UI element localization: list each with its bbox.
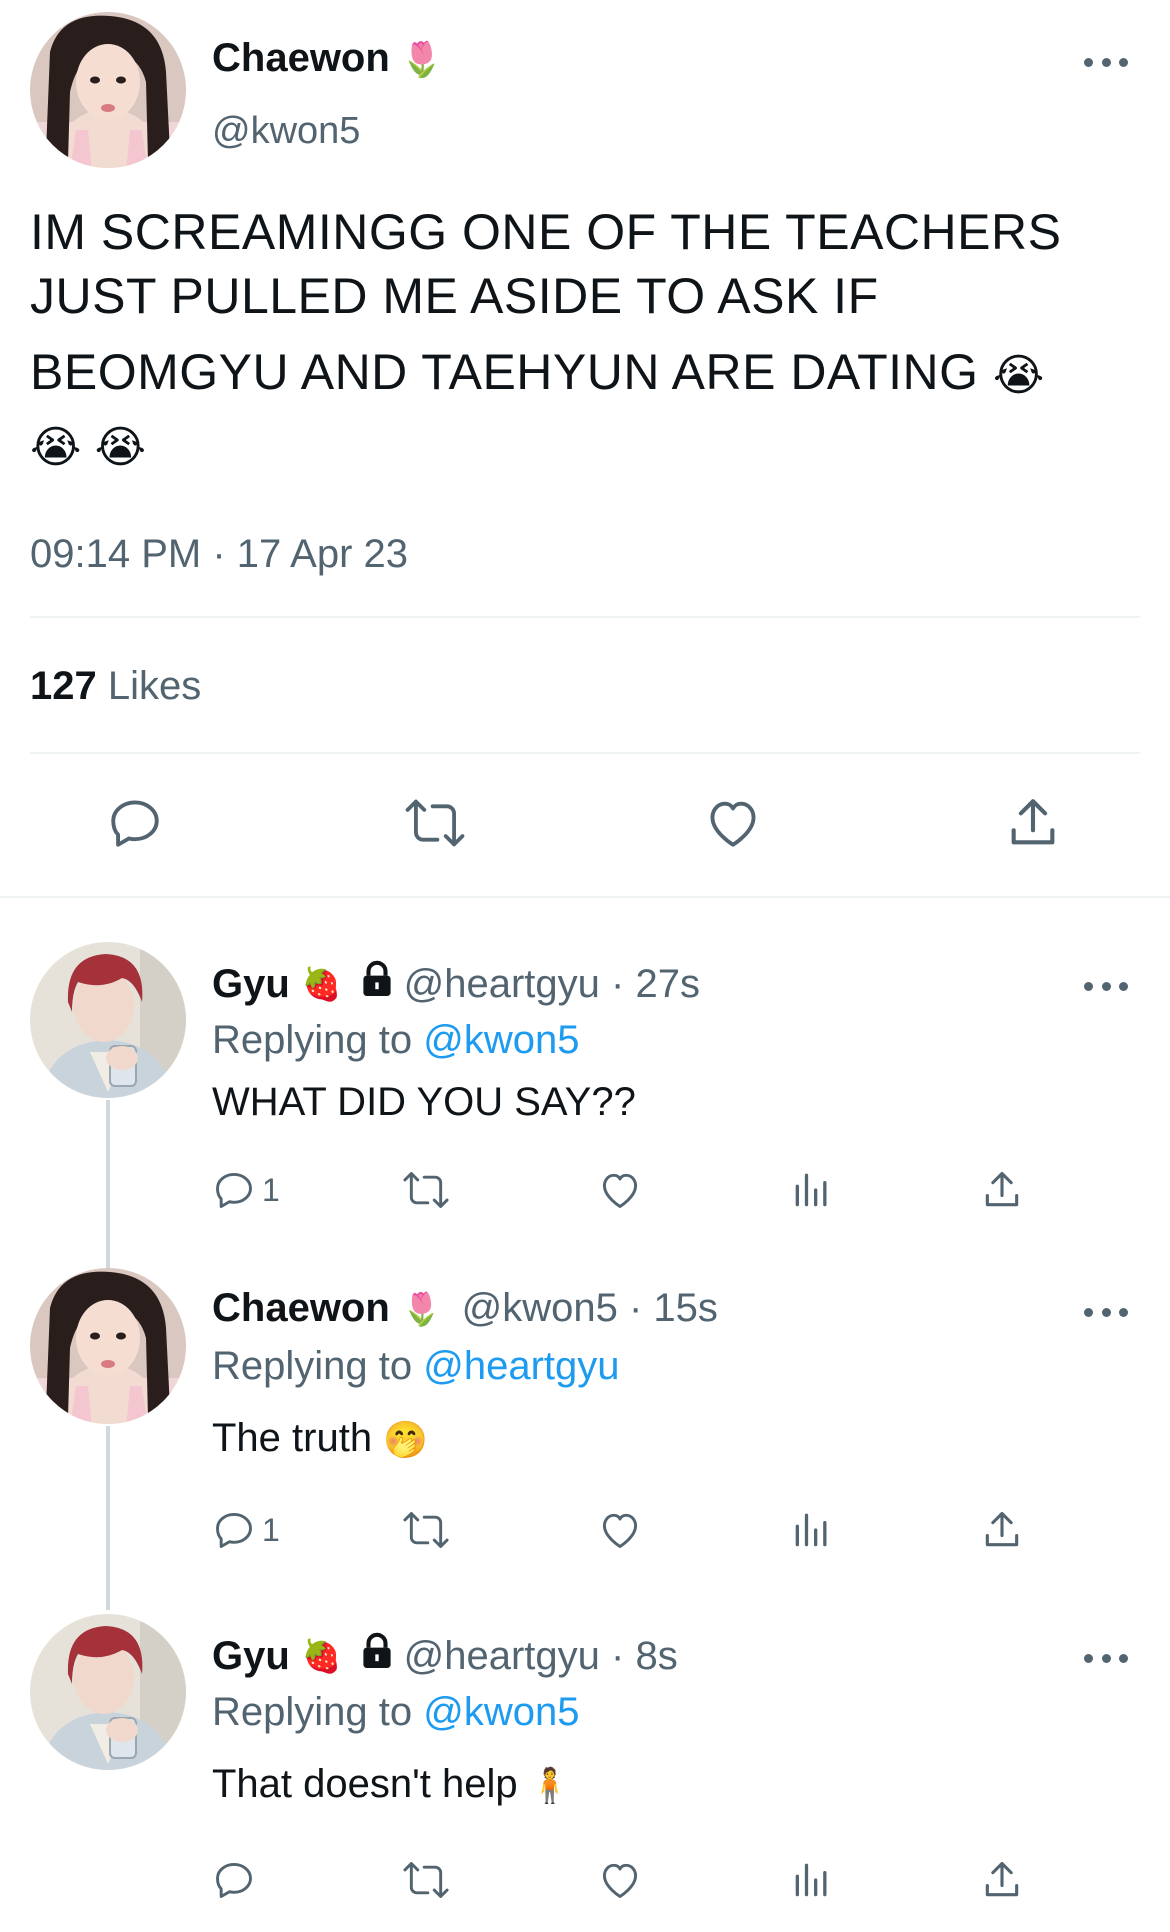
crying-emoji: 😭 xyxy=(94,423,147,473)
analytics-icon[interactable] xyxy=(790,1858,834,1902)
reply-icon[interactable] xyxy=(106,794,164,852)
author-handle[interactable]: @kwon5 xyxy=(212,110,360,153)
avatar-gyu[interactable] xyxy=(30,1614,186,1770)
reply-author-name[interactable]: Chaewon xyxy=(212,1286,390,1331)
reply-handle-time[interactable]: @kwon5 · 15s xyxy=(462,1286,718,1331)
tweet-text-line-1: IM SCREAMINGG ONE OF THE TEACHERS xyxy=(30,204,1062,260)
reply-icon[interactable]: 1 xyxy=(212,1168,280,1212)
reply-count: 1 xyxy=(262,1171,280,1208)
replying-to: Replying to @kwon5 xyxy=(212,1690,579,1735)
reply-text-content: That doesn't help xyxy=(212,1762,518,1806)
crying-emoji: 😭 xyxy=(992,350,1045,400)
retweet-icon[interactable] xyxy=(404,794,466,852)
retweet-icon[interactable] xyxy=(402,1858,450,1902)
divider xyxy=(30,616,1140,618)
avatar-chaewon[interactable] xyxy=(30,12,186,168)
reply-header: Chaewon 🌷 @kwon5 · 15s xyxy=(212,1286,718,1331)
more-options-icon[interactable] xyxy=(1084,976,1128,996)
section-divider xyxy=(0,896,1170,898)
crying-emoji: 😭 xyxy=(30,423,82,473)
tweet-timestamp[interactable]: 09:14 PM · 17 Apr 23 xyxy=(30,532,408,577)
divider xyxy=(30,752,1140,754)
reply-tweet: Gyu 🍓 @heartgyu · 8s Replying to @kwon5 … xyxy=(0,1612,1170,1932)
tweet-text-line-2: JUST PULLED ME ASIDE TO ASK IF xyxy=(30,268,879,324)
reply-icon[interactable] xyxy=(212,1858,262,1902)
share-icon[interactable] xyxy=(980,1508,1024,1552)
tweet-text-line-3: BEOMGYU AND TAEHYUN ARE DATING 😭 xyxy=(30,340,1140,408)
reply-text: The truth 🤭 xyxy=(212,1416,428,1461)
reply-text: That doesn't help 🧍 xyxy=(212,1762,571,1807)
reply-tweet: Gyu 🍓 @heartgyu · 27s Replying to @kwon5… xyxy=(0,940,1170,1250)
main-tweet: Chaewon 🌷 @kwon5 IM SCREAMINGG ONE OF TH… xyxy=(0,0,1170,898)
avatar-gyu[interactable] xyxy=(30,942,186,1098)
retweet-icon[interactable] xyxy=(402,1508,450,1552)
share-icon[interactable] xyxy=(1004,794,1062,852)
lock-icon xyxy=(360,1632,394,1680)
reply-header: Gyu 🍓 @heartgyu · 8s xyxy=(212,1632,678,1680)
standing-person-emoji: 🧍 xyxy=(528,1767,572,1806)
reply-author-name[interactable]: Gyu xyxy=(212,1634,290,1679)
replying-to: Replying to @heartgyu xyxy=(212,1344,620,1389)
avatar-image xyxy=(30,942,186,1098)
strawberry-emoji: 🍓 xyxy=(301,966,342,1002)
likes-count[interactable]: 127 Likes xyxy=(30,664,201,709)
reply-text: WHAT DID YOU SAY?? xyxy=(212,1080,636,1124)
replying-to-label: Replying to xyxy=(212,1344,413,1388)
replying-to-label: Replying to xyxy=(212,1690,413,1734)
tweet-text: IM SCREAMINGG ONE OF THE TEACHERS JUST P… xyxy=(30,200,1140,480)
tweet-actions xyxy=(0,790,1170,860)
tulip-emoji: 🌷 xyxy=(401,1290,442,1327)
tweet-text-emoji-line: 😭 😭 xyxy=(30,414,1140,480)
avatar-image xyxy=(30,1614,186,1770)
reply-header: Gyu 🍓 @heartgyu · 27s xyxy=(212,960,700,1008)
tweet-text-line-3-text: BEOMGYU AND TAEHYUN ARE DATING xyxy=(30,344,979,400)
likes-number: 127 xyxy=(30,664,97,708)
analytics-icon[interactable] xyxy=(790,1508,834,1552)
more-options-icon[interactable] xyxy=(1084,52,1128,72)
like-icon[interactable] xyxy=(598,1168,642,1212)
tulip-emoji: 🌷 xyxy=(400,41,444,80)
reply-icon[interactable]: 1 xyxy=(212,1508,280,1552)
avatar-image xyxy=(30,12,186,168)
reply-handle-time[interactable]: @heartgyu · 8s xyxy=(404,1634,678,1679)
avatar-chaewon[interactable] xyxy=(30,1268,186,1424)
replying-to-label: Replying to xyxy=(212,1018,413,1062)
reply-tweet: Chaewon 🌷 @kwon5 · 15s Replying to @hear… xyxy=(0,1266,1170,1596)
reply-count: 1 xyxy=(262,1511,280,1548)
share-icon[interactable] xyxy=(980,1858,1024,1902)
more-options-icon[interactable] xyxy=(1084,1648,1128,1668)
reply-author-name[interactable]: Gyu xyxy=(212,962,290,1007)
like-icon[interactable] xyxy=(704,794,762,852)
replying-to: Replying to @kwon5 xyxy=(212,1018,579,1063)
hand-over-mouth-emoji: 🤭 xyxy=(383,1419,429,1461)
replying-to-mention[interactable]: @kwon5 xyxy=(423,1018,579,1062)
like-icon[interactable] xyxy=(598,1508,642,1552)
share-icon[interactable] xyxy=(980,1168,1024,1212)
more-options-icon[interactable] xyxy=(1084,1302,1128,1322)
replying-to-mention[interactable]: @heartgyu xyxy=(423,1344,619,1388)
reply-handle-time[interactable]: @heartgyu · 27s xyxy=(404,962,700,1007)
avatar-image xyxy=(30,1268,186,1424)
like-icon[interactable] xyxy=(598,1858,642,1902)
likes-label: Likes xyxy=(107,664,202,708)
lock-icon xyxy=(360,960,394,1008)
strawberry-emoji: 🍓 xyxy=(301,1638,342,1674)
reply-text-content: The truth xyxy=(212,1416,373,1460)
analytics-icon[interactable] xyxy=(790,1168,834,1212)
author-name[interactable]: Chaewon 🌷 xyxy=(212,36,443,81)
author-name-text: Chaewon xyxy=(212,36,390,80)
retweet-icon[interactable] xyxy=(402,1168,450,1212)
replying-to-mention[interactable]: @kwon5 xyxy=(423,1690,579,1734)
